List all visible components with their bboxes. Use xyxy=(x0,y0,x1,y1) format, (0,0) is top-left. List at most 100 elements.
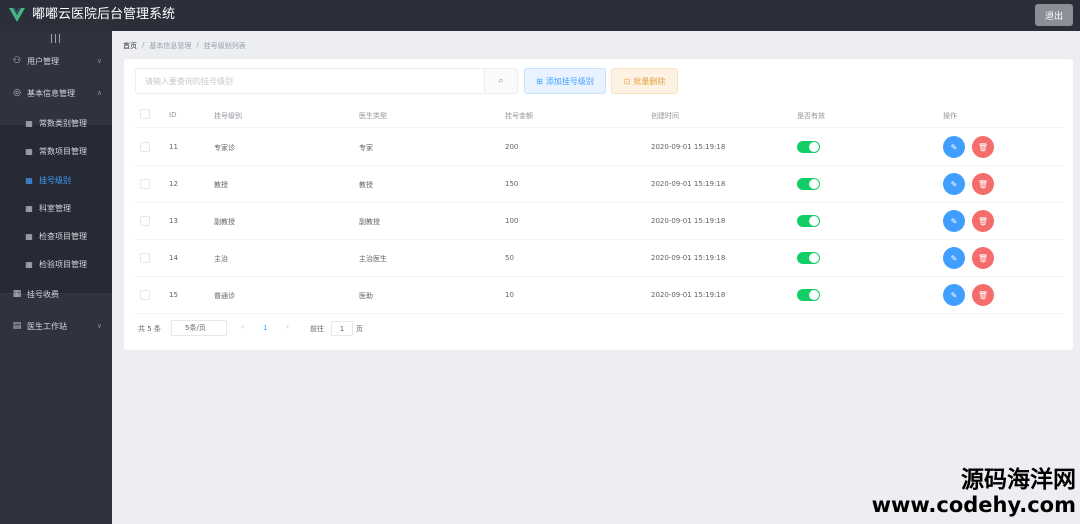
delete-button[interactable]: 🗑 xyxy=(972,247,994,269)
column-header-amount: 挂号金额 xyxy=(505,112,533,120)
sidebar-item-label: 科室管理 xyxy=(39,203,71,213)
cell-level: 副教授 xyxy=(214,218,235,226)
cell-doctor-type: 教授 xyxy=(359,181,373,189)
cell-amount: 100 xyxy=(505,217,519,225)
valid-toggle[interactable] xyxy=(797,215,820,227)
page-unit-label: 页 xyxy=(356,325,363,333)
valid-toggle[interactable] xyxy=(797,141,820,153)
sidebar-item-exam-items[interactable]: ▦ 检查项目管理 xyxy=(0,222,112,250)
delete-button[interactable]: 🗑 xyxy=(972,284,994,306)
row-checkbox[interactable] xyxy=(140,290,150,300)
cell-amount: 50 xyxy=(505,254,514,262)
row-checkbox[interactable] xyxy=(140,216,150,226)
cell-level: 主治 xyxy=(214,255,228,263)
logout-button[interactable]: 退出 xyxy=(1035,4,1073,26)
valid-toggle[interactable] xyxy=(797,289,820,301)
next-page-icon[interactable]: › xyxy=(286,322,289,331)
cell-id: 14 xyxy=(169,254,178,262)
column-header-level: 挂号级别 xyxy=(214,112,242,120)
chevron-up-icon: ∧ xyxy=(96,89,102,97)
divider xyxy=(135,202,1063,203)
add-level-button[interactable]: ⊞ 添加挂号级别 xyxy=(524,68,606,94)
search-button[interactable]: ⌕ xyxy=(484,68,518,94)
sidebar-item-lab-items[interactable]: ▦ 检验项目管理 xyxy=(0,250,112,278)
page-size-select[interactable]: 5条/页 xyxy=(171,320,227,336)
watermark-line2: www.codehy.com xyxy=(871,493,1076,517)
edit-icon: ✎ xyxy=(950,179,958,189)
delete-button[interactable]: 🗑 xyxy=(972,173,994,195)
settings-icon: ◎ xyxy=(13,88,21,98)
grid-icon: ▦ xyxy=(25,118,33,128)
sidebar-item-doctor-station[interactable]: ▤ 医生工作站 ∨ xyxy=(0,312,112,340)
page-number-current[interactable]: 1 xyxy=(263,324,267,332)
grid-icon: ▦ xyxy=(25,203,33,213)
cell-id: 15 xyxy=(169,291,178,299)
breadcrumb-separator: / xyxy=(196,41,199,49)
batch-delete-button[interactable]: ⊡ 批量删除 xyxy=(611,68,678,94)
edit-button[interactable]: ✎ xyxy=(943,136,965,158)
grid-icon: ▦ xyxy=(25,175,33,185)
grid-icon: ▦ xyxy=(25,259,33,269)
sidebar-item-label: 检验项目管理 xyxy=(39,259,87,269)
sidebar-item-users[interactable]: ⚇ 用户管理 ∨ xyxy=(0,47,112,75)
edit-button[interactable]: ✎ xyxy=(943,173,965,195)
sidebar-item-label: 挂号级别 xyxy=(39,175,71,185)
divider xyxy=(135,239,1063,240)
breadcrumb-current: 挂号级别列表 xyxy=(203,42,246,50)
sidebar-item-label: 常数项目管理 xyxy=(39,146,87,156)
add-level-label: 添加挂号级别 xyxy=(545,76,594,86)
delete-icon: 🗑 xyxy=(977,290,989,300)
edit-button[interactable]: ✎ xyxy=(943,210,965,232)
column-header-valid: 是否有效 xyxy=(797,112,825,120)
divider xyxy=(135,313,1063,314)
breadcrumb-home[interactable]: 首页 xyxy=(123,41,137,51)
sidebar-item-department[interactable]: ▦ 科室管理 xyxy=(0,194,112,222)
edit-button[interactable]: ✎ xyxy=(943,247,965,269)
edit-icon: ✎ xyxy=(950,253,958,263)
select-all-checkbox[interactable] xyxy=(140,109,150,119)
cell-created: 2020-09-01 15:19:18 xyxy=(651,217,726,225)
sidebar-item-constant-category[interactable]: ▦ 常数类别管理 xyxy=(0,109,112,137)
grid-icon: ▦ xyxy=(25,146,33,156)
cell-amount: 150 xyxy=(505,180,519,188)
delete-button[interactable]: 🗑 xyxy=(972,210,994,232)
cell-created: 2020-09-01 15:19:18 xyxy=(651,254,726,262)
top-bar: 嘟嘟云医院后台管理系统 退出 xyxy=(0,0,1080,31)
divider xyxy=(135,165,1063,166)
divider xyxy=(135,127,1063,128)
delete-icon: 🗑 xyxy=(977,142,989,152)
grid-icon: ▦ xyxy=(12,289,22,299)
app-title: 嘟嘟云医院后台管理系统 xyxy=(32,7,176,22)
edit-icon: ✎ xyxy=(950,216,958,226)
goto-page-input[interactable]: 1 xyxy=(331,321,353,336)
cell-level: 专家诊 xyxy=(214,144,235,152)
edit-button[interactable]: ✎ xyxy=(943,284,965,306)
sidebar-item-label: 基本信息管理 xyxy=(27,88,75,98)
cell-amount: 10 xyxy=(505,291,514,299)
row-checkbox[interactable] xyxy=(140,179,150,189)
watermark: 源码海洋网 www.codehy.com xyxy=(872,468,1076,518)
delete-button[interactable]: 🗑 xyxy=(972,136,994,158)
breadcrumb-separator: / xyxy=(142,41,145,49)
sidebar-item-basic-info[interactable]: ◎ 基本信息管理 ∧ xyxy=(0,79,112,107)
cell-doctor-type: 主治医生 xyxy=(359,255,387,263)
search-input[interactable]: 请输入要查询的挂号级别 xyxy=(135,68,485,94)
valid-toggle[interactable] xyxy=(797,178,820,190)
cell-id: 11 xyxy=(169,143,178,151)
valid-toggle[interactable] xyxy=(797,252,820,264)
cell-level: 教授 xyxy=(214,181,228,189)
prev-page-icon[interactable]: ‹ xyxy=(241,322,244,331)
column-header-actions: 操作 xyxy=(943,112,957,120)
row-checkbox[interactable] xyxy=(140,253,150,263)
delete-icon: 🗑 xyxy=(977,253,989,263)
chevron-down-icon: ∨ xyxy=(96,57,102,65)
sidebar-item-registration-fee[interactable]: ▦ 挂号收费 xyxy=(0,280,112,308)
search-placeholder: 请输入要查询的挂号级别 xyxy=(145,76,233,86)
sidebar-item-registration-level[interactable]: ▦ 挂号级别 xyxy=(0,166,112,194)
batch-delete-icon: ⊡ xyxy=(623,76,631,86)
collapse-menu-icon[interactable]: ||| xyxy=(50,34,62,44)
row-checkbox[interactable] xyxy=(140,142,150,152)
cell-level: 普通诊 xyxy=(214,292,235,300)
batch-delete-label: 批量删除 xyxy=(633,76,666,86)
sidebar-item-constant-item[interactable]: ▦ 常数项目管理 xyxy=(0,137,112,165)
